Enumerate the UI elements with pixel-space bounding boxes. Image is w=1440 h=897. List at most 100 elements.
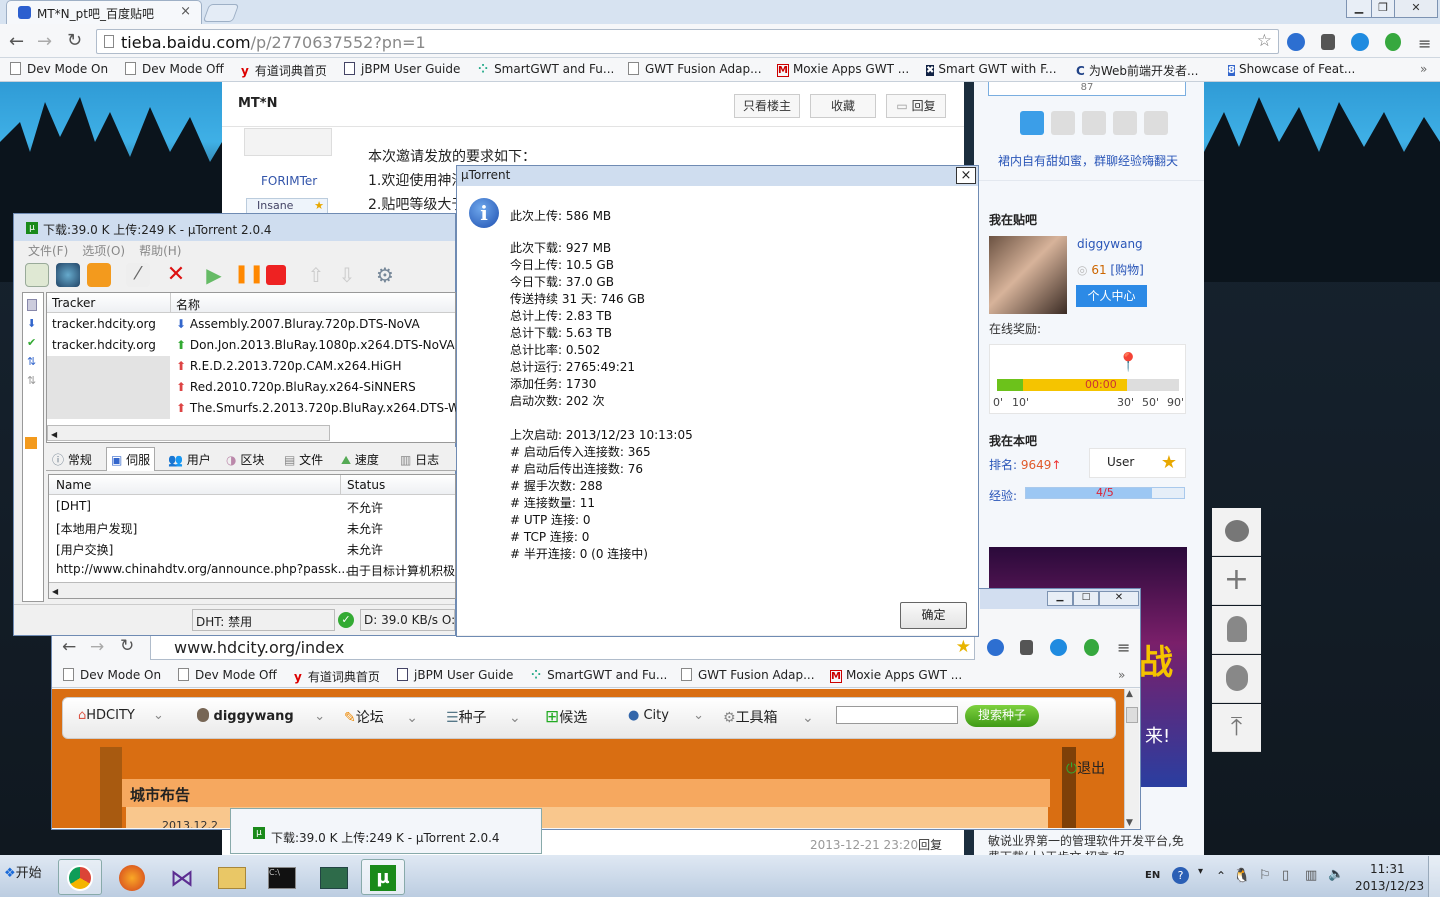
bookmark-item[interactable]: Dev Mode Off [125, 62, 224, 76]
tray-expand-icon[interactable]: ⌃ [1216, 869, 1226, 883]
bookmark-item[interactable]: jBPM User Guide [397, 668, 513, 682]
stop-icon[interactable] [266, 265, 286, 285]
taskbar-firefox[interactable] [110, 859, 154, 895]
taskbar-utorrent[interactable]: µ [361, 859, 405, 895]
nav-home[interactable]: ⌂HDCITY ⌄ [78, 708, 164, 723]
nav-tools[interactable]: ⚙工具箱 ⌄ [723, 707, 814, 727]
dialog-close-button[interactable]: × [956, 167, 976, 184]
start-button[interactable]: ❖开始 [4, 862, 42, 881]
network-icon[interactable]: ▥ [1305, 868, 1317, 883]
bookmark-item[interactable]: GWT Fusion Adap... [628, 62, 762, 76]
torrent-row[interactable]: ⬆ Don.Jon.2013.BluRay.1080p.x264.DTS-NoV… [176, 338, 455, 352]
forward-icon[interactable]: → [37, 31, 52, 52]
taskbar-visualstudio[interactable]: ⋈ [160, 859, 204, 895]
network-ok-icon[interactable]: ✓ [338, 612, 354, 628]
tab-close-button[interactable]: × [180, 4, 191, 19]
ok-button[interactable]: 确定 [900, 602, 967, 629]
gear-extension-icon[interactable] [1351, 33, 1369, 51]
close-window-button[interactable]: ✕ [1394, 0, 1438, 18]
name-column-header[interactable]: Name [56, 478, 91, 492]
maximize-button[interactable]: □ [1073, 591, 1099, 606]
evernote-icon[interactable] [1020, 640, 1033, 655]
back-icon[interactable]: ← [62, 637, 76, 657]
grid-icon[interactable] [1082, 111, 1106, 135]
ad-text[interactable]: 费下载(十)王步文 招京 报 [988, 848, 1125, 855]
list-horizontal-scrollbar[interactable]: ◀ [47, 425, 330, 441]
user-add-icon[interactable] [1212, 606, 1261, 654]
location-icon[interactable] [1212, 655, 1261, 703]
bookmark-item[interactable]: Dev Mode Off [178, 668, 277, 682]
bookmark-item[interactable]: M Moxie Apps GWT ... [777, 62, 909, 77]
tab-general[interactable]: ⓘ 常规 [52, 451, 92, 468]
minimize-button[interactable]: ▁ [1047, 591, 1073, 606]
shop-link[interactable]: [购物] [1110, 263, 1143, 277]
tab-log[interactable]: ▥ 日志 [400, 451, 439, 468]
move-up-icon[interactable]: ⇧ [304, 263, 328, 287]
bookmark-item[interactable]: ⁘ SmartGWT and Fu... [531, 668, 667, 682]
tracker-column-header[interactable]: Tracker [52, 296, 95, 310]
clock-time[interactable]: 11:31 [1370, 862, 1405, 876]
bookmark-item[interactable]: ✖ Smart GWT with F... [926, 62, 1057, 76]
bookmark-item[interactable]: y 有道词典首页 [241, 62, 327, 79]
bookmark-item[interactable]: y 有道词典首页 [294, 668, 380, 685]
address-bar[interactable]: tieba.baidu.com/p/2770637552?pn=1 ☆ [96, 29, 1279, 54]
taskbar-chrome[interactable] [58, 859, 102, 895]
browser-tab-active[interactable]: MT*N_pt吧_百度贴吧 × [6, 0, 202, 24]
face-icon[interactable] [1212, 508, 1261, 556]
menu-options[interactable]: 选项(O) [82, 244, 125, 258]
menu-help[interactable]: 帮助(H) [139, 244, 181, 258]
bookmark-item[interactable]: Dev Mode On [10, 62, 108, 76]
tab-speed[interactable]: ⛰ 速度 [341, 451, 379, 468]
move-down-icon[interactable]: ⇩ [335, 263, 359, 287]
torrent-row[interactable]: ⬆ R.E.D.2.2013.720p.CAM.x264.HiGH [176, 359, 401, 373]
bookmarks-more-button[interactable]: » [1420, 62, 1427, 76]
torrent-row[interactable]: ⬆ The.Smurfs.2.2013.720p.BluRay.x264.DTS… [176, 401, 456, 415]
nav-forum[interactable]: ✎论坛 ⌄ [344, 707, 418, 727]
torrent-row[interactable]: ⬆ Red.2010.720p.BluRay.x264-SiNNERS [176, 380, 416, 394]
forward-icon[interactable]: → [90, 637, 104, 657]
scrollbar[interactable]: ▲ ▼ [1124, 689, 1139, 828]
tab-pieces[interactable]: ◑ 区块 [226, 451, 264, 468]
tab-trackers[interactable]: ▣ 伺服 [106, 447, 156, 471]
collect-button[interactable]: 收藏 [810, 94, 876, 118]
tab-files[interactable]: ▤ 文件 [284, 451, 323, 468]
extension-icon-1[interactable] [1287, 33, 1305, 51]
bookmark-item[interactable]: GWT Fusion Adap... [681, 668, 815, 682]
nav-candidates[interactable]: ⊞候选 [545, 707, 587, 727]
show-desktop-button[interactable] [1428, 856, 1440, 897]
menu-file[interactable]: 文件(F) [28, 244, 68, 258]
back-icon[interactable]: ← [9, 31, 24, 52]
status-column-header[interactable]: Status [347, 478, 385, 492]
group-slogan-link[interactable]: 裙内自有甜如蜜，群聊经验嗨翻天 [998, 152, 1178, 169]
qq-icon[interactable]: 🐧 [1233, 868, 1250, 884]
nav-city[interactable]: ● City ⌄ [628, 708, 704, 723]
bookmark-item[interactable]: 8 Showcase of Feat... [1228, 62, 1355, 76]
gift-icon[interactable] [1144, 111, 1168, 135]
settings-gear-icon[interactable]: ⚙ [373, 263, 397, 287]
only-op-button[interactable]: 只看楼主 [734, 94, 800, 118]
bookmark-item[interactable]: C 为Web前端开发者... [1076, 62, 1198, 79]
user-avatar[interactable] [989, 236, 1067, 314]
taskbar-preview-tooltip[interactable]: µ 下载:39.0 K 上传:249 K - µTorrent 2.0.4 [230, 808, 542, 854]
bookmark-item[interactable]: M Moxie Apps GWT ... [830, 668, 962, 683]
personal-center-button[interactable]: 个人中心 [1076, 285, 1147, 307]
create-torrent-icon[interactable]: ⁄ [126, 263, 150, 287]
start-icon[interactable]: ▶ [202, 263, 226, 287]
taskbar-explorer[interactable] [210, 859, 254, 895]
remove-icon[interactable]: ✕ [164, 263, 188, 287]
status-list-scrollbar[interactable]: ◀ [49, 582, 455, 598]
help-icon[interactable]: ? [1172, 867, 1189, 884]
nav-torrents[interactable]: ☰种子 ⌄ [446, 707, 521, 727]
reload-icon[interactable]: ↻ [120, 636, 134, 656]
torrent-search-input[interactable] [836, 706, 958, 724]
rss-icon[interactable] [87, 263, 111, 287]
star-icon[interactable]: ☆ [1257, 31, 1272, 51]
plus-icon[interactable]: + [1212, 557, 1261, 605]
name-column-header[interactable]: 名称 [176, 296, 200, 313]
torrent-row[interactable]: ⬇ Assembly.2007.Bluray.720p.DTS-NoVA [176, 317, 420, 331]
bookmark-item[interactable]: Dev Mode On [63, 668, 161, 682]
extension-icon-1[interactable] [987, 639, 1004, 656]
tab-peers[interactable]: 👥 用户 [168, 451, 211, 468]
extension-icon-green[interactable] [1084, 639, 1099, 656]
ad-text[interactable]: 敏说业界第一的管理软件开发平台,免 [988, 832, 1184, 849]
